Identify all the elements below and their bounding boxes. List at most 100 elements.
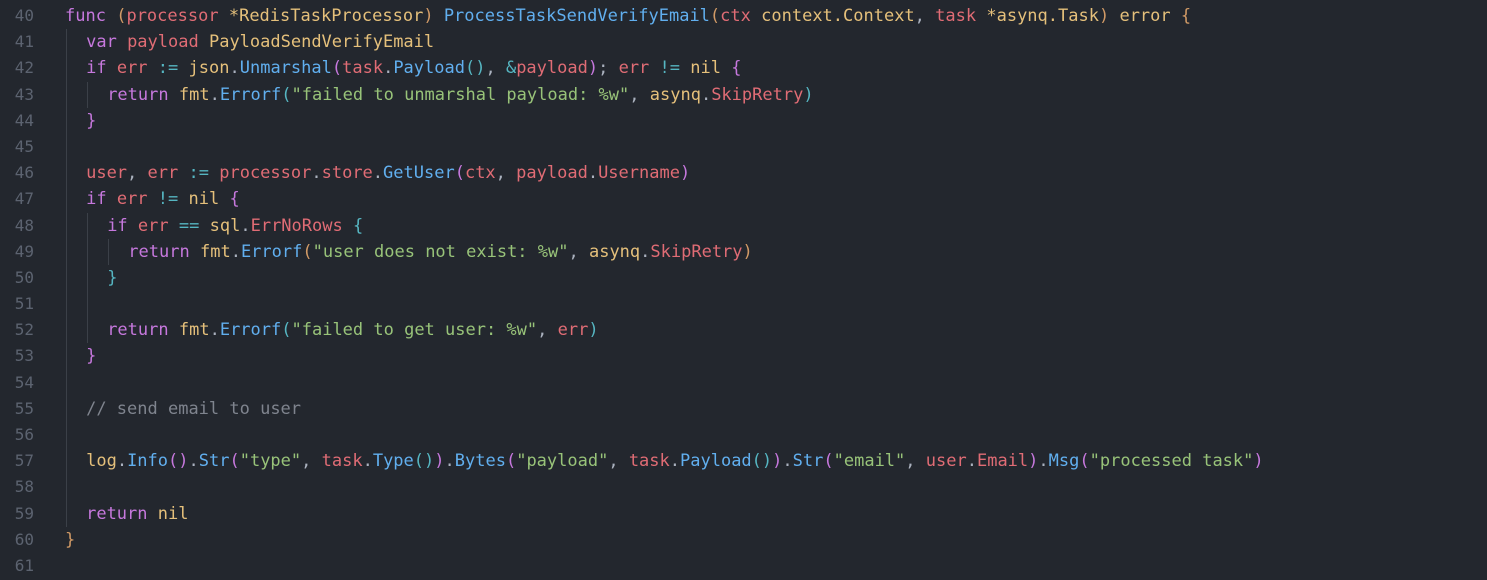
code-line[interactable]: 42 if err := json.Unmarshal(task.Payload(… xyxy=(0,55,1487,82)
code-token: ( xyxy=(454,163,465,184)
code-token: "processed task" xyxy=(1089,451,1254,472)
code-token: () xyxy=(168,451,189,472)
code-token: Unmarshal xyxy=(239,58,332,79)
code-token: () xyxy=(464,58,486,79)
code-line[interactable]: 56 xyxy=(0,422,1487,449)
code-text: return fmt.Errorf("user does not exist: … xyxy=(128,239,752,265)
code-line[interactable]: 50} xyxy=(0,264,1487,292)
indent-guide xyxy=(87,81,89,108)
code-line[interactable]: 45 xyxy=(0,133,1487,161)
code-line[interactable]: 51 xyxy=(0,291,1487,318)
code-token: Bytes xyxy=(454,451,506,472)
code-token: ( xyxy=(302,241,313,262)
code-token: payload xyxy=(127,32,199,53)
code-token: * xyxy=(228,6,240,26)
code-text: } xyxy=(65,527,75,553)
code-line[interactable]: 40 func (processor *RedisTaskProcessor) P… xyxy=(0,3,1487,29)
code-token: , xyxy=(629,84,650,105)
code-line[interactable]: 55 // send email to user xyxy=(0,395,1487,422)
code-token: return xyxy=(86,503,148,524)
indent-guide xyxy=(66,395,67,422)
indent-guide xyxy=(66,317,67,344)
code-token: . xyxy=(669,451,681,472)
code-token: , xyxy=(537,320,558,341)
code-token: // send email to user xyxy=(86,398,302,419)
code-line[interactable]: 54 xyxy=(0,369,1487,396)
code-token: ( xyxy=(281,84,292,105)
code-line[interactable]: 47 if err != nil { xyxy=(0,186,1487,213)
code-token: payload xyxy=(516,58,588,79)
code-text: log.Info().Str("type", task.Type()).Byte… xyxy=(86,448,1264,474)
code-token: , xyxy=(495,163,517,184)
indent-guide xyxy=(66,186,67,213)
code-token: ( xyxy=(709,6,721,26)
code-text: if err := json.Unmarshal(task.Payload(),… xyxy=(86,55,741,81)
line-number: 56 xyxy=(14,425,34,444)
code-token: *asynq.Task xyxy=(986,6,1099,26)
indent-guide xyxy=(66,55,67,82)
code-text: } xyxy=(86,343,96,369)
code-line[interactable]: 53} xyxy=(0,343,1487,370)
code-token: return xyxy=(107,320,169,341)
code-token: Msg xyxy=(1048,451,1080,472)
code-token: ) xyxy=(423,6,434,26)
code-editor[interactable]: 40 func (processor *RedisTaskProcessor) P… xyxy=(0,0,1487,580)
code-text: return nil xyxy=(86,501,188,527)
code-line[interactable]: 49 return fmt.Errorf("user does not exist… xyxy=(0,238,1487,265)
code-token: "email" xyxy=(833,451,906,472)
code-token: func xyxy=(65,6,106,26)
code-token: ) xyxy=(742,241,753,262)
code-token: . xyxy=(700,84,712,105)
code-line[interactable]: 61 xyxy=(0,553,1487,579)
code-token: , xyxy=(608,451,629,472)
code-line[interactable]: 58 xyxy=(0,474,1487,501)
line-number: 50 xyxy=(14,267,34,287)
indent-guide xyxy=(66,474,67,501)
code-line[interactable]: 43 return fmt.Errorf("failed to unmarshal… xyxy=(0,81,1487,108)
indent-guide xyxy=(66,422,67,449)
code-token: payload xyxy=(516,163,588,184)
code-line[interactable]: 41 var payload PayloadSendVerifyEmail xyxy=(0,29,1487,56)
code-token: Type xyxy=(372,451,414,472)
code-token: GetUser xyxy=(383,163,455,184)
indent-guide xyxy=(66,212,67,239)
code-token: , xyxy=(914,6,936,26)
code-token: fmt xyxy=(178,320,210,341)
code-token: Str xyxy=(792,451,824,472)
code-token: err xyxy=(147,163,179,184)
code-token: log xyxy=(86,451,117,472)
line-number: 46 xyxy=(14,163,34,183)
code-token: "failed to get user: %w" xyxy=(291,320,538,341)
code-line[interactable]: 46 user, err := processor.store.GetUser(c… xyxy=(0,160,1487,187)
code-line[interactable]: 59 return nil xyxy=(0,500,1487,527)
code-token: { xyxy=(1180,6,1192,26)
code-line[interactable]: 48 if err == sql.ErrNoRows { xyxy=(0,212,1487,239)
code-line[interactable]: 60} xyxy=(0,527,1487,553)
indent-guide xyxy=(66,133,67,161)
code-token: ProcessTaskSendVerifyEmail xyxy=(443,6,710,26)
code-token: if xyxy=(107,215,128,236)
code-token: nil xyxy=(157,503,189,524)
code-token: ) xyxy=(1028,451,1039,472)
code-line[interactable]: 44} xyxy=(0,107,1487,134)
code-text: return fmt.Errorf("failed to unmarshal p… xyxy=(107,82,813,108)
code-token: Payload xyxy=(393,58,465,79)
line-number: 47 xyxy=(14,189,34,209)
code-line[interactable]: 57 log.Info().Str("type", task.Type()).By… xyxy=(0,448,1487,475)
code-token: . xyxy=(966,451,977,472)
code-token: task xyxy=(935,6,977,26)
code-token: Str xyxy=(198,451,230,472)
code-token: } xyxy=(86,110,97,131)
code-line[interactable]: 52 return fmt.Errorf("failed to get user:… xyxy=(0,317,1487,344)
code-token: != xyxy=(157,189,179,210)
code-token: err xyxy=(116,189,148,210)
